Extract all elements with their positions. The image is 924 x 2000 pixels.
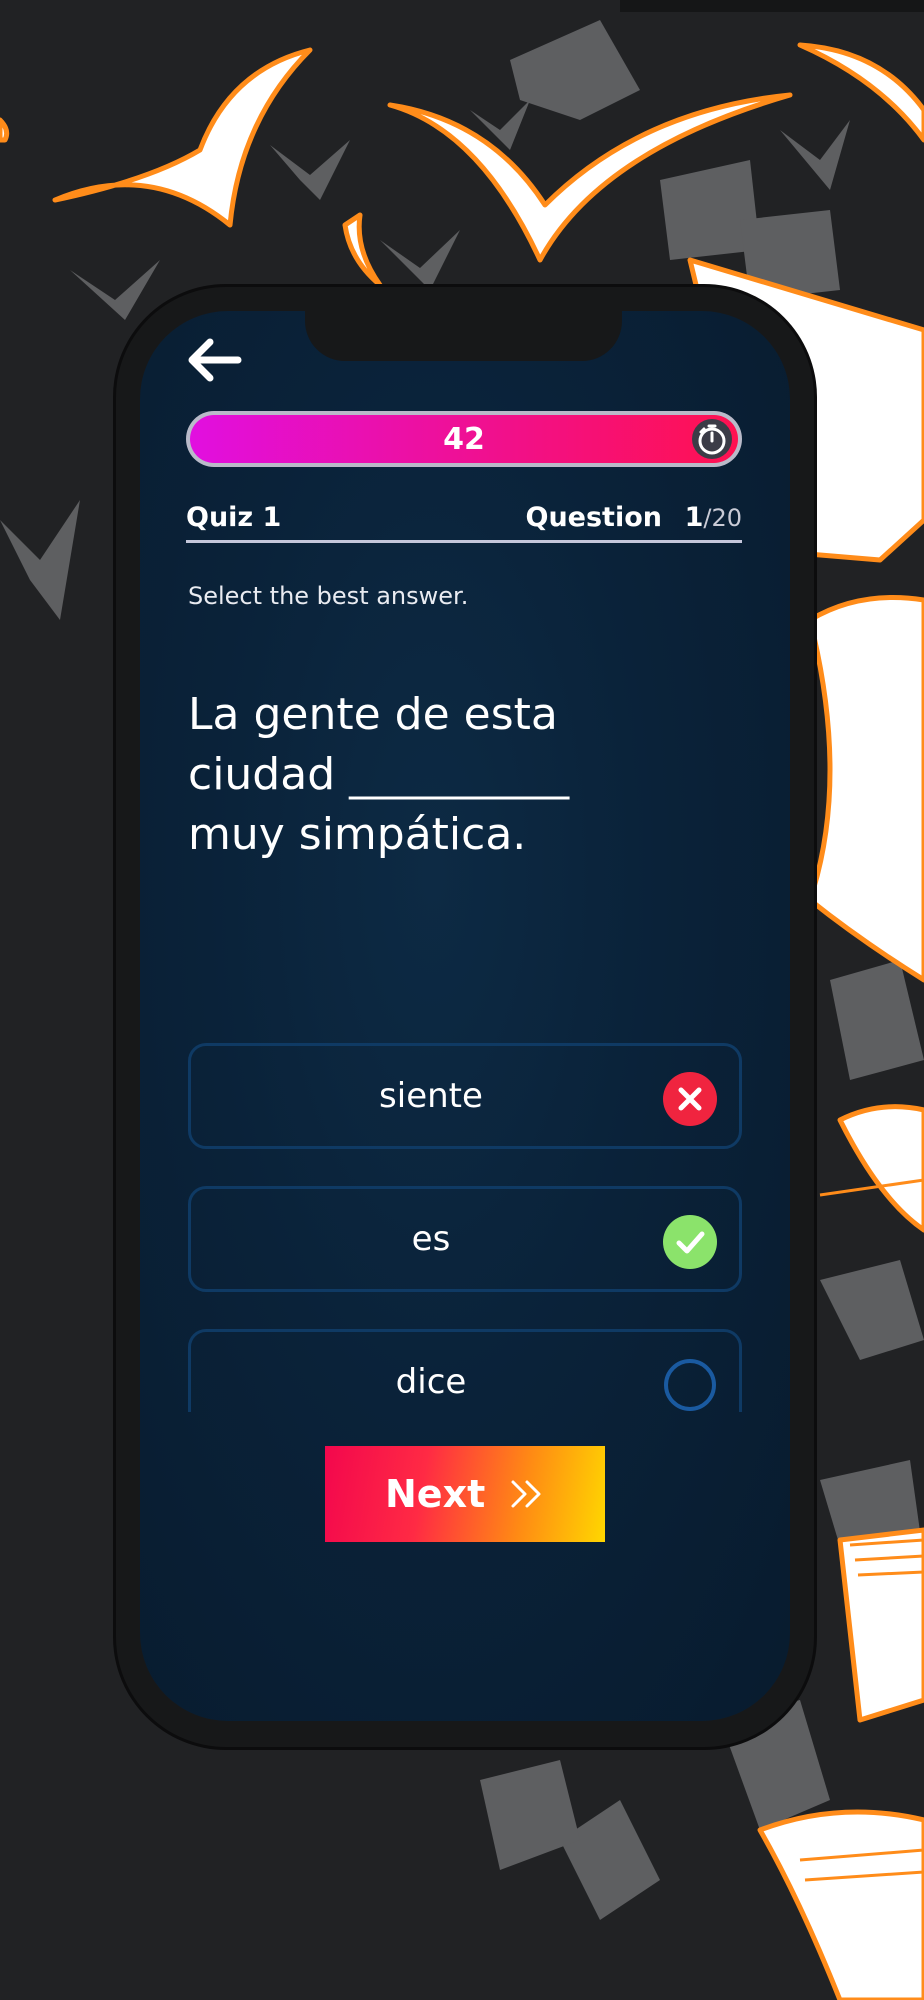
answer-option-wrong[interactable]: siente	[188, 1043, 742, 1149]
timer-bar: 42	[186, 411, 742, 467]
quiz-header: Quiz 1 Question 1/20	[186, 498, 742, 542]
timer-fill: 42	[190, 415, 738, 463]
stopwatch-icon	[692, 419, 732, 459]
answer-label: dice	[395, 1362, 467, 1402]
arrow-left-icon	[188, 338, 242, 382]
quiz-title: Quiz 1	[186, 502, 282, 533]
question-total: /20	[703, 504, 742, 532]
double-chevron-right-icon	[511, 1480, 541, 1508]
answer-options-list: siente es dice	[140, 1030, 790, 1412]
answer-label: siente	[379, 1076, 483, 1116]
question-label: Question	[525, 502, 663, 533]
question-line: ciudad __________	[188, 749, 570, 800]
question-number: 1	[684, 502, 704, 533]
question-counter: 1/20	[685, 502, 742, 533]
answer-option-correct[interactable]: es	[188, 1186, 742, 1292]
header-divider	[186, 540, 742, 543]
question-line: muy simpática.	[188, 809, 527, 860]
answer-label: es	[411, 1219, 451, 1259]
answer-option[interactable]: dice	[188, 1329, 742, 1412]
timer-value: 42	[443, 421, 485, 457]
check-circle-icon	[663, 1215, 717, 1269]
next-button-label: Next	[385, 1472, 486, 1516]
next-button[interactable]: Next	[325, 1446, 605, 1542]
question-line: La gente de esta	[188, 689, 558, 740]
instruction-text: Select the best answer.	[188, 582, 469, 610]
empty-circle-icon	[664, 1359, 716, 1411]
back-button[interactable]	[180, 330, 250, 390]
question-text: La gente de esta ciudad __________ muy s…	[188, 685, 748, 865]
phone-notch	[305, 305, 622, 361]
x-circle-icon	[663, 1072, 717, 1126]
